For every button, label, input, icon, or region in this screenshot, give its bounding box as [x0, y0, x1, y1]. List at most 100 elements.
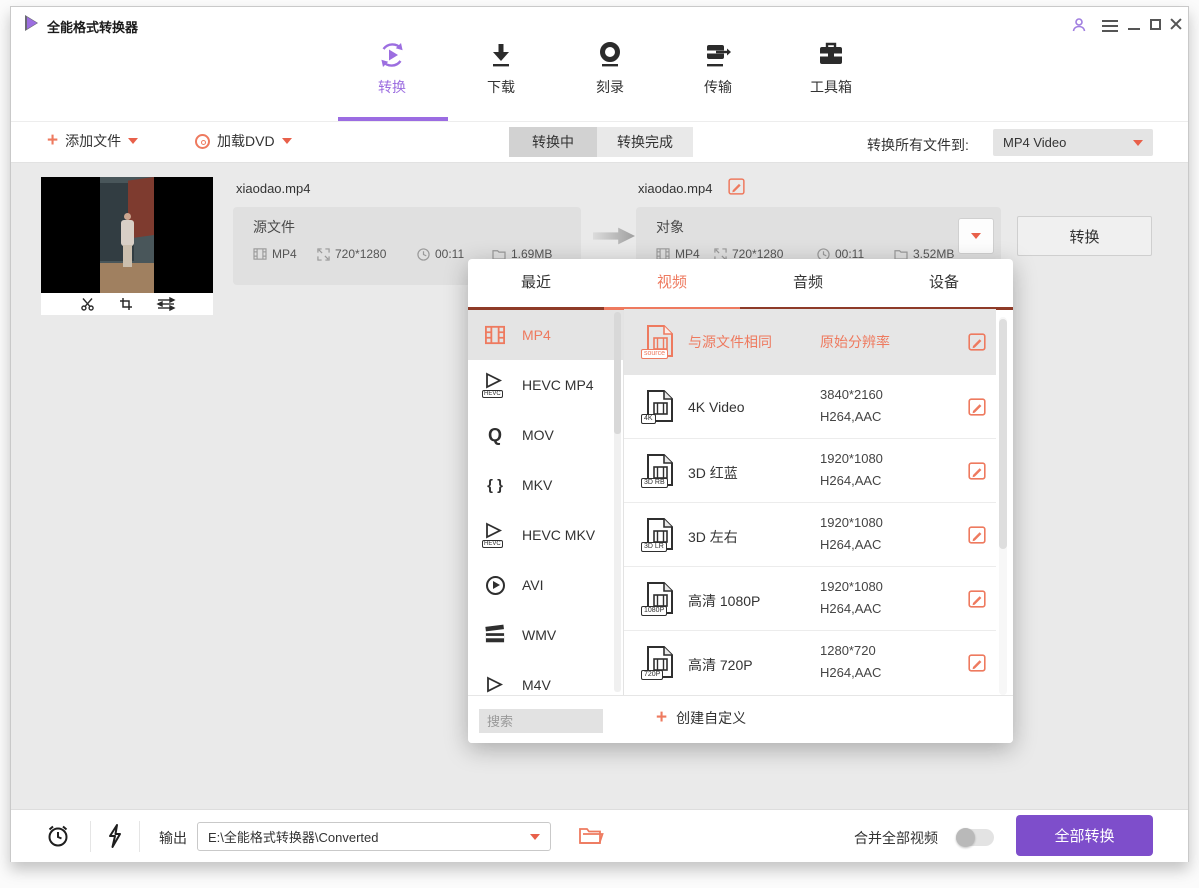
clip-toolbar	[41, 293, 213, 315]
output-format-select[interactable]: MP4 Video	[993, 129, 1153, 156]
avi-play-icon	[482, 576, 508, 595]
preset-doc-icon: 1080P	[644, 581, 676, 615]
preset-hd-1080p[interactable]: 1080P 高清 1080P 1920*1080 H264,AAC	[624, 567, 996, 631]
quicktime-icon: Q	[482, 425, 508, 446]
preset-doc-icon: 720P	[644, 645, 676, 679]
app-window: 全能格式转换器 转换 下载	[10, 6, 1189, 862]
tab-transfer-label: 传输	[704, 79, 732, 95]
edit-preset-icon[interactable]	[968, 590, 986, 613]
format-item-mp4[interactable]: MP4	[468, 310, 623, 360]
edit-preset-icon[interactable]	[968, 462, 986, 485]
target-panel-title: 对象	[656, 217, 684, 237]
edit-preset-icon[interactable]	[968, 526, 986, 549]
source-resolution: 720*1280	[317, 247, 417, 261]
preset-hd-720p[interactable]: 720P 高清 720P 1280*720 H264,AAC	[624, 631, 996, 695]
add-files-label: 添加文件	[65, 131, 121, 151]
divider	[90, 821, 91, 852]
convert-button[interactable]: 转换	[1017, 216, 1152, 256]
merge-videos-label: 合并全部视频	[854, 828, 938, 848]
rename-icon[interactable]	[728, 178, 745, 200]
preset-doc-icon: 4K	[644, 389, 676, 423]
hevc-mkv-icon: HEVC	[482, 522, 508, 548]
search-input[interactable]	[479, 709, 603, 733]
chevron-down-icon	[971, 233, 981, 239]
chevron-down-icon[interactable]	[282, 138, 292, 144]
tab-download-label: 下载	[487, 79, 515, 95]
add-files-button[interactable]: + 添加文件	[47, 131, 138, 151]
tab-download[interactable]: 下载	[460, 39, 542, 97]
open-folder-icon[interactable]	[579, 825, 603, 850]
create-custom-label: 创建自定义	[676, 708, 746, 728]
preset-4k-video[interactable]: 4K 4K Video 3840*2160 H264,AAC	[624, 375, 996, 439]
format-item-hevc-mp4[interactable]: HEVC HEVC MP4	[468, 360, 623, 410]
tab-burn[interactable]: 刻录	[569, 39, 651, 97]
output-path-value: E:\全能格式转换器\Converted	[208, 827, 379, 846]
preset-3d-red-blue[interactable]: 3D RB 3D 红蓝 1920*1080 H264,AAC	[624, 439, 996, 503]
create-custom-button[interactable]: + 创建自定义	[656, 708, 746, 728]
tab-convert-label: 转换	[378, 79, 406, 95]
preset-same-as-source[interactable]: source 与源文件相同 原始分辨率	[624, 309, 996, 375]
trim-icon[interactable]	[80, 297, 95, 311]
close-button[interactable]	[1167, 16, 1185, 32]
merge-videos-toggle[interactable]	[956, 829, 994, 846]
output-path-select[interactable]: E:\全能格式转换器\Converted	[197, 822, 551, 851]
preset-list-scrollbar[interactable]	[999, 317, 1007, 695]
format-item-mkv[interactable]: { } MKV	[468, 460, 623, 510]
format-item-wmv[interactable]: WMV	[468, 610, 623, 660]
source-format: MP4	[253, 247, 317, 261]
schedule-icon[interactable]	[45, 823, 71, 854]
tab-burn-label: 刻录	[596, 79, 624, 95]
crop-icon[interactable]	[119, 297, 133, 311]
menu-icon[interactable]	[1101, 17, 1119, 33]
burn-disc-icon	[569, 39, 651, 73]
format-item-m4v[interactable]: M4V	[468, 660, 623, 695]
resolution-icon	[317, 248, 330, 261]
tab-toolbox[interactable]: 工具箱	[790, 39, 872, 97]
popup-tab-video[interactable]: 视频	[604, 259, 740, 307]
popup-tab-audio[interactable]: 音频	[740, 259, 876, 307]
chevron-down-icon[interactable]	[128, 138, 138, 144]
effects-icon[interactable]	[157, 297, 175, 311]
tab-convert[interactable]: 转换	[351, 39, 433, 97]
format-list: MP4 HEVC HEVC MP4 Q MOV { } MKV HEV	[468, 310, 623, 695]
bottom-bar: 输出 E:\全能格式转换器\Converted 合并全部视频 全部转换	[11, 809, 1188, 862]
convert-icon	[351, 39, 433, 73]
chevron-down-icon	[530, 834, 540, 840]
format-item-hevc-mkv[interactable]: HEVC HEVC MKV	[468, 510, 623, 560]
source-file-name: xiaodao.mp4	[236, 181, 310, 196]
m4v-icon	[482, 676, 508, 694]
account-icon[interactable]	[1071, 17, 1089, 33]
hevc-mp4-icon: HEVC	[482, 372, 508, 398]
tab-converted[interactable]: 转换完成	[597, 127, 693, 157]
plus-icon: +	[47, 134, 58, 148]
minimize-button[interactable]	[1125, 17, 1143, 33]
maximize-button[interactable]	[1146, 17, 1164, 33]
clock-icon	[417, 248, 430, 261]
load-dvd-label: 加载DVD	[217, 131, 275, 151]
convert-all-files-label: 转换所有文件到:	[867, 135, 969, 155]
preset-doc-icon: 3D LR	[644, 517, 676, 551]
format-list-scrollbar[interactable]	[614, 312, 621, 692]
tab-transfer[interactable]: 传输	[677, 39, 759, 97]
target-file-name: xiaodao.mp4	[638, 181, 712, 196]
toolbox-icon	[790, 39, 872, 73]
performance-icon[interactable]	[107, 824, 123, 853]
preset-3d-left-right[interactable]: 3D LR 3D 左右 1920*1080 H264,AAC	[624, 503, 996, 567]
popup-tab-recent[interactable]: 最近	[468, 259, 604, 307]
mp4-film-icon	[482, 325, 508, 345]
edit-preset-icon[interactable]	[968, 333, 986, 356]
format-item-mov[interactable]: Q MOV	[468, 410, 623, 460]
edit-preset-icon[interactable]	[968, 398, 986, 421]
target-format-dropdown-button[interactable]	[958, 218, 994, 254]
convert-all-button[interactable]: 全部转换	[1016, 815, 1153, 856]
output-format-value: MP4 Video	[1003, 135, 1066, 150]
screen: 全能格式转换器 转换 下载	[0, 0, 1199, 888]
load-dvd-button[interactable]: 加载DVD	[195, 131, 292, 151]
preset-doc-icon: 3D RB	[644, 453, 676, 487]
popup-tab-device[interactable]: 设备	[876, 259, 1012, 307]
format-picker-popup: 最近 视频 音频 设备 MP4 HEVC HEVC MP4 Q MOV	[468, 259, 1013, 743]
popup-footer: + 创建自定义	[468, 695, 1013, 743]
format-item-avi[interactable]: AVI	[468, 560, 623, 610]
edit-preset-icon[interactable]	[968, 654, 986, 677]
tab-converting[interactable]: 转换中	[509, 127, 597, 157]
